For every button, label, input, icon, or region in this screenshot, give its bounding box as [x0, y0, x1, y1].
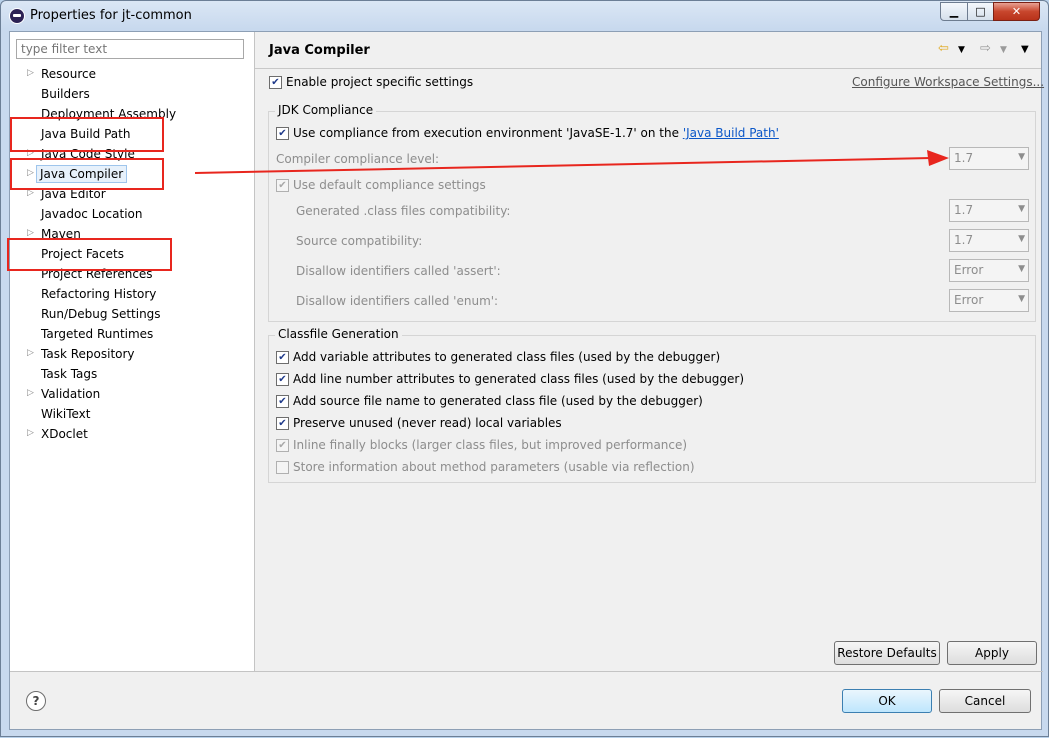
arrow-head [927, 150, 949, 166]
properties-window: Properties for jt-common ▁ □ ✕ ▷Resource… [0, 0, 1049, 737]
arrow-shaft [194, 157, 932, 174]
annotation-arrow [194, 150, 949, 174]
